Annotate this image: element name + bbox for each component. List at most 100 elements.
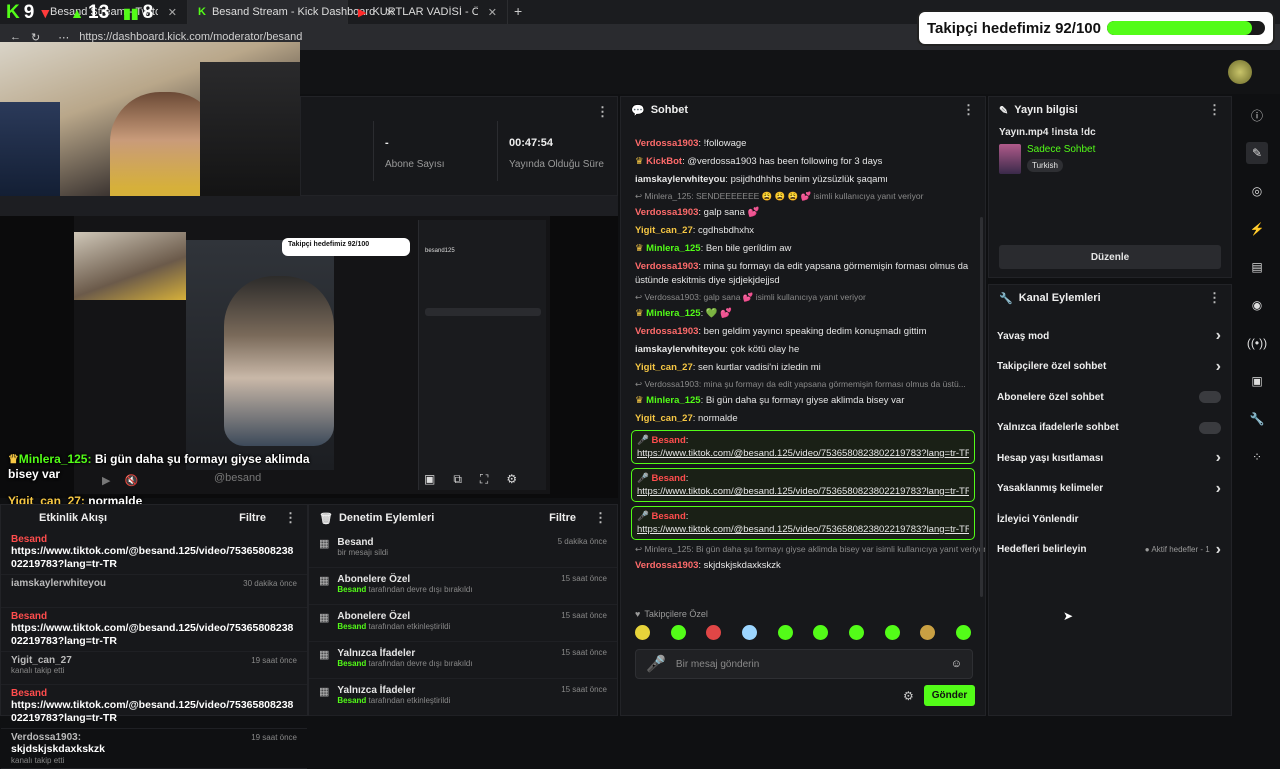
channel-action-row[interactable]: İzleyici Yönlendir (989, 504, 1231, 535)
chevron-right-icon[interactable]: › (1216, 358, 1221, 376)
moderator-name[interactable]: Besand (337, 585, 368, 594)
emote-icon[interactable] (635, 625, 650, 640)
activity-user[interactable]: Besand (11, 611, 47, 622)
username[interactable]: KickBot (646, 156, 682, 167)
moderation-desc: tarafından etkinleştirildi (368, 622, 451, 631)
activity-user[interactable]: iamskaylerwhiteyou (11, 578, 106, 589)
message-link[interactable]: https://www.tiktok.com/@besand.125/video… (637, 485, 969, 498)
tab-kick-dashboard[interactable]: K Besand Stream - Kick Dashboard ✕ (188, 0, 394, 24)
emote-icon[interactable] (741, 625, 757, 640)
filter-button[interactable]: Filtre (549, 512, 576, 524)
username[interactable]: Yigit_can_27 (635, 362, 693, 373)
channel-action-row[interactable]: Hedefleri belirleyin ● Aktif hedefler - 1… (989, 535, 1231, 566)
moderation-sub: Besand tarafından devre dışı bırakıldı (337, 585, 472, 594)
emote-icon[interactable] (920, 625, 936, 640)
message-link[interactable]: https://www.tiktok.com/@besand.125/video… (637, 523, 969, 536)
activity-user[interactable]: Verdossa1903: (11, 732, 81, 743)
more-options-icon[interactable]: ⋮ (1208, 290, 1221, 306)
chevron-right-icon[interactable]: › (1216, 449, 1221, 467)
username[interactable]: Verdossa1903 (635, 560, 698, 571)
channel-action-label: Yasaklanmış kelimeler (997, 483, 1104, 495)
nested-chat: besand125 (418, 220, 546, 490)
emote-icon[interactable] (955, 625, 971, 640)
chevron-right-icon[interactable]: › (1216, 541, 1221, 559)
username[interactable]: Minlera_125 (646, 243, 700, 254)
lightning-icon[interactable]: ⚡ (1246, 218, 1268, 240)
username[interactable]: Verdossa1903 (635, 261, 698, 272)
message-link[interactable]: https://www.tiktok.com/@besand.125/video… (637, 447, 969, 460)
emote-icon[interactable] (848, 625, 864, 640)
chat-input[interactable]: 🎤 Bir mesaj gönderin ☺ (635, 649, 973, 679)
new-tab-button[interactable]: + (514, 3, 522, 19)
camera-icon[interactable]: ◎ (1246, 180, 1268, 202)
moderator-name[interactable]: Besand (337, 659, 368, 668)
widget-icon[interactable]: ▣ (1246, 370, 1268, 392)
more-options-icon[interactable]: ⋮ (284, 510, 297, 526)
moderator-name[interactable]: Besand (337, 696, 368, 705)
edit-button[interactable]: Düzenle (999, 245, 1221, 269)
username[interactable]: Verdossa1903 (635, 138, 698, 149)
settings-icon[interactable]: ⚙ (506, 472, 517, 487)
divider (497, 121, 498, 181)
chat-scrollbar[interactable] (980, 217, 983, 597)
filter-button[interactable]: Filtre (239, 512, 266, 524)
channel-action-row[interactable]: Yasaklanmış kelimeler › (989, 474, 1231, 505)
channel-action-row[interactable]: Yalnızca ifadelerle sohbet (989, 413, 1231, 444)
moderator-name[interactable]: Besand (337, 622, 368, 631)
chevron-right-icon[interactable]: › (1216, 480, 1221, 498)
channel-action-row[interactable]: Takipçilere özel sohbet › (989, 352, 1231, 383)
activity-user[interactable]: Besand (11, 534, 47, 545)
toggle-switch[interactable] (1199, 391, 1221, 404)
fullscreen-icon[interactable]: ⛶ (480, 472, 488, 487)
username[interactable]: Verdossa1903 (635, 207, 698, 218)
emote-icon[interactable] (670, 625, 686, 640)
channel-action-row[interactable]: Yavaş mod › (989, 321, 1231, 352)
channel-action-row[interactable]: Abonelere özel sohbet (989, 382, 1231, 413)
emote-icon[interactable] (777, 625, 793, 640)
activity-user[interactable]: Yigit_can_27 (11, 655, 72, 666)
highlighted-message: 🎤 Besand: https://www.tiktok.com/@besand.… (631, 430, 975, 464)
username[interactable]: Besand (651, 435, 685, 446)
tools-icon[interactable]: 🔧 (1246, 408, 1268, 430)
activity-feed-header: Etkinlik Akışı Filtre ⋮ (1, 505, 307, 531)
toggle-switch[interactable] (1199, 421, 1221, 434)
activity-user[interactable]: Besand (11, 688, 47, 699)
activity-text: https://www.tiktok.com/@besand.125/video… (11, 545, 294, 570)
username[interactable]: iamskaylerwhiteyou (635, 174, 725, 185)
chat-settings-icon[interactable]: ⚙ (903, 689, 914, 703)
send-button[interactable]: Gönder (923, 685, 976, 706)
webcam-feed (0, 42, 300, 212)
close-icon[interactable]: ✕ (168, 6, 177, 19)
username[interactable]: Besand (651, 473, 685, 484)
username[interactable]: Verdossa1903 (635, 326, 698, 337)
avatar[interactable] (1228, 60, 1252, 84)
emoji-icon[interactable]: ☺ (951, 658, 962, 670)
info-icon[interactable]: ⓘ (1246, 104, 1268, 126)
apps-icon[interactable]: ⁘ (1246, 446, 1268, 468)
more-options-icon[interactable]: ⋮ (596, 103, 609, 121)
username[interactable]: Yigit_can_27 (635, 225, 693, 236)
chevron-right-icon[interactable]: › (1216, 327, 1221, 345)
username[interactable]: Yigit_can_27 (635, 413, 693, 424)
chat-bubble-icon[interactable]: ◉ (1246, 294, 1268, 316)
more-options-icon[interactable]: ⋮ (1208, 102, 1221, 118)
username[interactable]: Minlera_125 (646, 308, 700, 319)
emote-icon[interactable] (706, 625, 722, 640)
more-options-icon[interactable]: ⋮ (962, 102, 975, 118)
tab-youtube[interactable]: ▶ KURTLAR VADİSİ - ÖZET PARODİ ✕ (348, 0, 508, 24)
microphone-icon[interactable]: 🎤 (646, 654, 666, 674)
clip-icon[interactable]: ⧉ (453, 472, 462, 487)
more-options-icon[interactable]: ⋮ (594, 510, 607, 526)
username[interactable]: Besand (651, 511, 685, 522)
edit-icon[interactable]: ✎ (1246, 142, 1268, 164)
channel-action-row[interactable]: Hesap yaşı kısıtlaması › (989, 443, 1231, 474)
broadcast-icon[interactable]: ((•)) (1246, 332, 1268, 354)
close-icon[interactable]: ✕ (488, 6, 497, 19)
username[interactable]: Minlera_125 (646, 395, 700, 406)
emote-icon[interactable] (884, 625, 900, 640)
emote-icon[interactable] (813, 625, 829, 640)
theater-icon[interactable]: ▣ (424, 472, 435, 487)
username[interactable]: iamskaylerwhiteyou (635, 344, 725, 355)
document-icon[interactable]: ▤ (1246, 256, 1268, 278)
category-link[interactable]: Sadece Sohbet (1027, 144, 1095, 155)
